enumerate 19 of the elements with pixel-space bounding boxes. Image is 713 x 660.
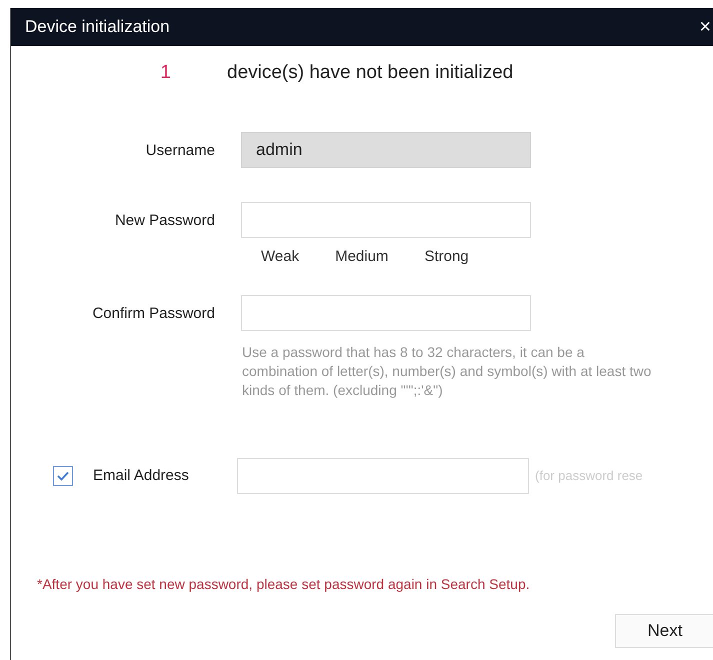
field-label: Email Address: [93, 467, 190, 484]
strength-label: Weak: [261, 248, 300, 265]
device-count: 1: [159, 62, 171, 84]
field-label: Confirm Password: [91, 304, 215, 322]
close-button[interactable]: ×: [697, 16, 713, 38]
confirm-password-field[interactable]: [241, 295, 531, 331]
next-button[interactable]: Next: [615, 614, 713, 648]
window-title: Device initialization: [25, 17, 170, 37]
status-message: device(s) have not been initialized: [227, 62, 514, 84]
checkbox[interactable]: [53, 466, 73, 486]
check-icon: [57, 470, 69, 481]
field-label: Username: [144, 142, 215, 158]
email-field[interactable]: [237, 458, 529, 494]
field-label: New Password: [114, 212, 215, 228]
strength-label: Medium: [335, 248, 388, 265]
password-field[interactable]: [241, 202, 531, 238]
password-hint: Use a password that has 8 to 32 characters, it can be a combination of letter(s), number(s) and symbol(s) with at least two kinds of them. (excluding "'";:'&"): [242, 343, 652, 400]
strength-label: Strong: [424, 248, 469, 265]
notice-text: *After you have set new password, please set password again in Search Setup.: [37, 576, 531, 592]
